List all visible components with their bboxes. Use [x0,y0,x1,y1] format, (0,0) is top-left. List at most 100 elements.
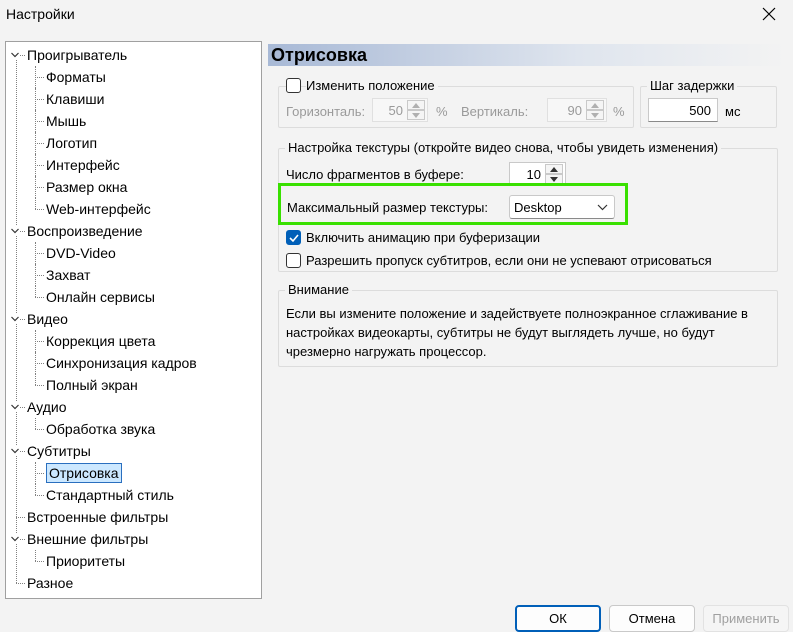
horizontal-label: Горизонталь: [286,104,366,119]
tree-item[interactable]: Форматы [46,66,106,88]
delay-input[interactable]: 500 [648,98,718,122]
skip-subtitles-checkbox[interactable] [286,253,301,268]
chevron-down-icon[interactable] [10,402,20,412]
highlight-box [278,183,628,225]
vertical-up-button[interactable] [586,100,604,110]
tree-line [35,429,44,430]
arrow-down-icon [591,112,599,118]
texture-legend: Настройка текстуры (откройте видео снова… [285,140,722,155]
vertical-down-button[interactable] [586,110,604,120]
tree-line [35,297,44,298]
tree-item-label: Полный экран [46,377,138,393]
notice-text: Если вы измените положение и задействует… [286,306,748,359]
tree-item[interactable]: Воспроизведение [27,220,143,242]
tree-item[interactable]: Интерфейс [46,154,120,176]
buffer-up-button[interactable] [545,164,563,174]
tree-item[interactable]: Субтитры [27,440,91,462]
settings-tree[interactable]: Проигрыватель Форматы Клавиши Мышь Логотип Ин… [5,41,262,599]
delay-unit: мс [725,104,741,119]
tree-item[interactable]: Коррекция цвета [46,330,155,352]
tree-item[interactable]: Видео [27,308,68,330]
tree-item[interactable]: Отрисовка [46,462,122,484]
tree-item[interactable]: Приоритеты [46,550,125,572]
tree-line [35,495,44,496]
tree-item-label: Внешние фильтры [27,531,149,547]
tree-item[interactable]: Размер окна [46,176,127,198]
cancel-button[interactable]: Отмена [609,605,695,632]
arrow-down-icon [412,112,420,118]
tree-line [35,374,36,385]
tree-line [35,418,36,429]
tree-item-label: Захват [46,267,91,283]
tree-line [35,286,36,297]
tree-item[interactable]: Web-интерфейс [46,198,151,220]
tree-item-label: Видео [27,311,68,327]
tree-line [35,275,44,276]
tree-item-label: Коррекция цвета [46,333,156,349]
delay-value: 500 [689,103,711,118]
tree-item[interactable]: Встроенные фильтры [27,506,168,528]
arrow-up-icon [591,102,599,108]
chevron-down-icon[interactable] [10,50,20,60]
chevron-down-icon[interactable] [10,314,20,324]
tree-line [35,165,44,166]
chevron-down-icon[interactable] [10,226,20,236]
chevron-down-icon[interactable] [10,446,20,456]
tree-line [35,209,44,210]
horizontal-spinner[interactable]: 50 [372,98,428,122]
tree-line [35,77,44,78]
arrow-down-icon [550,176,558,182]
tree-line [16,517,25,518]
tree-line [35,121,44,122]
tree-item[interactable]: Синхронизация кадров [46,352,197,374]
change-position-checkbox[interactable] [286,78,301,93]
arrow-up-icon [550,166,558,172]
tree-line [35,363,44,364]
tree-item[interactable]: Захват [46,264,90,286]
close-icon [762,7,776,21]
chevron-down-icon[interactable] [10,534,20,544]
tree-item[interactable]: Клавиши [46,88,104,110]
tree-item-label: Онлайн сервисы [46,289,155,305]
apply-button[interactable]: Применить [703,605,789,632]
tree-line [35,385,44,386]
tree-item[interactable]: Мышь [46,110,86,132]
horizontal-up-button[interactable] [407,100,425,110]
tree-line [35,550,36,561]
tree-item[interactable]: Полный экран [46,374,138,396]
horizontal-unit: % [436,104,448,119]
vertical-spinner[interactable]: 90 [547,98,607,122]
tree-item[interactable]: Внешние фильтры [27,528,148,550]
tree-item-label: Мышь [46,113,87,129]
tree-item-label: Отрисовка [46,463,122,483]
tree-item[interactable]: DVD-Video [46,242,116,264]
ok-button[interactable]: ОК [515,605,601,632]
tree-item-label: Проигрыватель [27,47,128,63]
close-button[interactable] [749,0,789,28]
buffer-animation-checkbox[interactable] [286,230,301,245]
tree-line [35,99,44,100]
tree-item[interactable]: Разное [27,572,73,594]
tree-item[interactable]: Аудио [27,396,67,418]
tree-item[interactable]: Онлайн сервисы [46,286,155,308]
tree-item-label: DVD-Video [46,245,116,261]
buffer-label: Число фрагментов в буфере: [286,167,464,182]
tree-item[interactable]: Стандартный стиль [46,484,174,506]
tree-item[interactable]: Обработка звука [46,418,155,440]
vertical-label: Вертикаль: [461,104,529,119]
tree-item-label: Логотип [46,135,98,151]
horizontal-down-button[interactable] [407,110,425,120]
tree-item-label: Синхронизация кадров [46,355,197,371]
tree-item-label: Интерфейс [46,157,120,173]
panel-header: Отрисовка [268,44,785,66]
tree-item-label: Субтитры [27,443,91,459]
horizontal-value: 50 [388,103,403,118]
tree-item[interactable]: Проигрыватель [27,44,127,66]
tree-item-label: Воспроизведение [27,223,143,239]
vertical-unit: % [613,104,625,119]
tree-item-label: Размер окна [46,179,128,195]
window-title: Настройки [6,6,75,22]
tree-item-label: Web-интерфейс [46,201,151,217]
tree-item[interactable]: Логотип [46,132,97,154]
tree-line [35,484,36,495]
